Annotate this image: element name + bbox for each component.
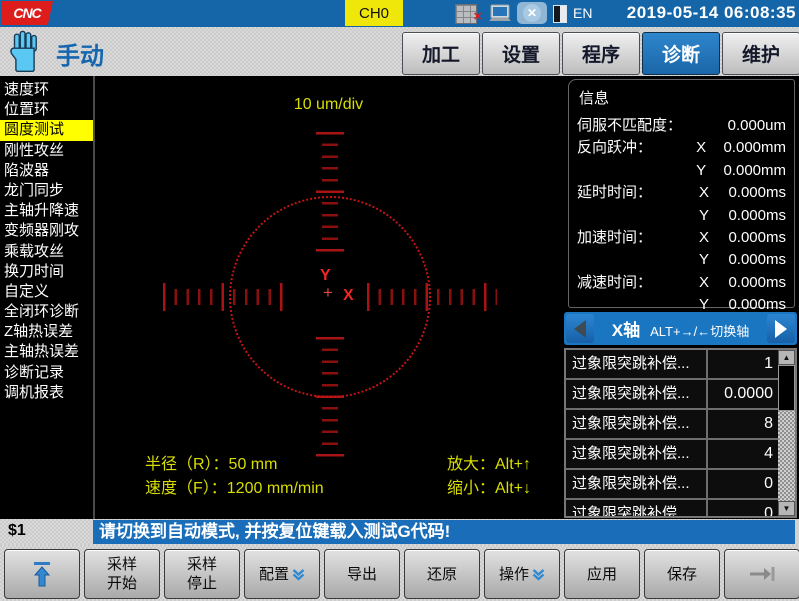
- info-row: Y0.000mm: [569, 160, 794, 182]
- plot-x-axis-label: X: [343, 287, 354, 305]
- brand-logo: CNC: [1, 1, 53, 25]
- table-row[interactable]: 过象限突跳补偿...0: [566, 470, 778, 500]
- sidebar-item-tuning-report[interactable]: 调机报表: [0, 383, 93, 403]
- save-button[interactable]: 保存: [644, 549, 720, 599]
- info-row: 加速时间：X0.000ms: [569, 227, 794, 249]
- radius-label: 半径（R）：50 mm: [145, 450, 277, 474]
- info-row: 伺服不匹配度：0.000um: [569, 115, 794, 137]
- apply-button[interactable]: 应用: [564, 549, 640, 599]
- zoom-out-hint: 缩小：Alt+↓: [447, 474, 531, 498]
- info-row: Y0.000ms: [569, 249, 794, 271]
- sample-start-button[interactable]: 采样 开始: [84, 549, 160, 599]
- scroll-up-icon[interactable]: ▲: [778, 350, 795, 365]
- main-tab-bar: 手动 加工 设置 程序 诊断 维护: [0, 27, 799, 77]
- cnc-diagnosis-screen: CNC CH0 ✕ ✕ EN 2019-05-14 06:08:35: [0, 0, 799, 601]
- sample-stop-button[interactable]: 采样 停止: [164, 549, 240, 599]
- table-row[interactable]: 过象限突跳补偿...4: [566, 440, 778, 470]
- axis-switcher-bar: X轴 ALT+→/←切换轴: [564, 312, 797, 345]
- input-method-icon: [553, 5, 567, 23]
- info-row: 延时时间：X0.000ms: [569, 182, 794, 204]
- axis-switch-hint: ALT+→/←切换轴: [650, 324, 749, 339]
- softkey-bar: 采样 开始 采样 停止 配置 导出 还原 操作 应用 保存: [0, 545, 799, 601]
- next-axis-button[interactable]: [767, 314, 795, 343]
- datetime-display: 2019-05-14 06:08:35: [627, 3, 796, 23]
- table-row[interactable]: 过象限突跳补偿...1: [566, 350, 778, 380]
- manual-mode-hand-icon: [8, 30, 42, 77]
- channel-indicator: $1: [8, 522, 26, 540]
- sidebar-item-custom[interactable]: 自定义: [0, 282, 93, 302]
- content-area: 速度环 位置环 圆度测试 刚性攻丝 陷波器 龙门同步 主轴升降速 变频器刚攻 乘…: [0, 76, 799, 519]
- info-row: Y0.000ms: [569, 205, 794, 227]
- language-indicator: EN: [573, 5, 592, 21]
- status-bar: $1 请切换到自动模式, 并按复位键载入测试G代码!: [0, 519, 799, 545]
- sidebar-item-roundness-test[interactable]: 圆度测试: [0, 120, 93, 140]
- tab-program[interactable]: 程序: [562, 32, 640, 75]
- tab-diagnosis[interactable]: 诊断: [642, 32, 720, 75]
- compensation-param-table: 过象限突跳补偿...1 过象限突跳补偿...0.0000 过象限突跳补偿...8…: [564, 348, 797, 518]
- chevron-down-icon: [532, 568, 545, 581]
- plot-center-marker: +: [323, 283, 333, 303]
- zoom-in-hint: 放大：Alt+↑: [447, 450, 531, 474]
- status-message: 请切换到自动模式, 并按复位键载入测试G代码!: [93, 520, 795, 544]
- close-icon: ✕: [523, 4, 541, 22]
- sidebar-item-closed-loop-diag[interactable]: 全闭环诊断: [0, 302, 93, 322]
- machine-offline-x-icon: ✕: [473, 10, 482, 23]
- chevron-down-icon: [292, 568, 305, 581]
- diagnosis-sidebar: 速度环 位置环 圆度测试 刚性攻丝 陷波器 龙门同步 主轴升降速 变频器刚攻 乘…: [0, 76, 93, 519]
- sidebar-item-spindle-accel[interactable]: 主轴升降速: [0, 201, 93, 221]
- tab-maintenance[interactable]: 维护: [722, 32, 799, 75]
- current-axis-label: X轴: [612, 321, 640, 340]
- plot-scale-label: 10 um/div: [294, 96, 363, 114]
- sidebar-item-spindle-thermal-error[interactable]: 主轴热误差: [0, 342, 93, 362]
- sidebar-item-z-thermal-error[interactable]: Z轴热误差: [0, 322, 93, 342]
- arrow-left-icon: [574, 320, 586, 338]
- speed-label: 速度（F）：1200 mm/min: [145, 474, 324, 498]
- pc-connection-icon: [488, 4, 512, 28]
- restore-button[interactable]: 还原: [404, 549, 480, 599]
- return-up-arrow-icon: [30, 560, 54, 588]
- channel-badge: CH0: [345, 0, 403, 26]
- info-row: 减速时间：X0.000ms: [569, 272, 794, 294]
- mode-label: 手动: [56, 36, 104, 71]
- top-status-bar: CNC CH0 ✕ ✕ EN 2019-05-14 06:08:35: [0, 0, 799, 27]
- sidebar-item-load-tapping[interactable]: 乘载攻丝: [0, 242, 93, 262]
- table-row[interactable]: 过象限突跳补偿...8: [566, 410, 778, 440]
- scrollbar-thumb[interactable]: [778, 365, 795, 411]
- arrow-right-icon: [775, 320, 787, 338]
- sidebar-item-speed-loop[interactable]: 速度环: [0, 80, 93, 100]
- sidebar-item-rigid-tapping[interactable]: 刚性攻丝: [0, 141, 93, 161]
- operate-button[interactable]: 操作: [484, 549, 560, 599]
- sidebar-item-notch-filter[interactable]: 陷波器: [0, 161, 93, 181]
- table-scrollbar[interactable]: ▲ ▼: [778, 350, 795, 516]
- tab-machining[interactable]: 加工: [402, 32, 480, 75]
- roundness-test-plot: 10 um/div Y + X 半径（R）：50 mm 速度（F）：1200 m…: [95, 76, 562, 519]
- sidebar-item-tool-change-time[interactable]: 换刀时间: [0, 262, 93, 282]
- sidebar-item-gantry-sync[interactable]: 龙门同步: [0, 181, 93, 201]
- config-button[interactable]: 配置: [244, 549, 320, 599]
- tab-settings[interactable]: 设置: [482, 32, 560, 75]
- info-row: 反向跃冲：X0.000mm: [569, 137, 794, 159]
- right-panel: 信息 伺服不匹配度：0.000um 反向跃冲：X0.000mm Y0.000mm…: [562, 76, 799, 519]
- table-row[interactable]: 过象限突跳补偿...0.0000: [566, 380, 778, 410]
- next-page-button[interactable]: [724, 549, 799, 599]
- info-panel: 信息 伺服不匹配度：0.000um 反向跃冲：X0.000mm Y0.000mm…: [568, 79, 795, 308]
- back-button[interactable]: [4, 549, 80, 599]
- table-row[interactable]: 过象限突跳补偿...0: [566, 500, 778, 518]
- scroll-down-icon[interactable]: ▼: [778, 501, 795, 516]
- sidebar-item-inverter-tapping[interactable]: 变频器刚攻: [0, 221, 93, 241]
- prev-axis-button[interactable]: [566, 314, 594, 343]
- info-panel-title: 信息: [569, 80, 794, 108]
- sidebar-item-position-loop[interactable]: 位置环: [0, 100, 93, 120]
- next-page-arrow-icon: [748, 565, 776, 583]
- export-button[interactable]: 导出: [324, 549, 400, 599]
- alarm-clear-icon[interactable]: ✕: [517, 2, 547, 24]
- sidebar-item-diagnosis-record[interactable]: 诊断记录: [0, 363, 93, 383]
